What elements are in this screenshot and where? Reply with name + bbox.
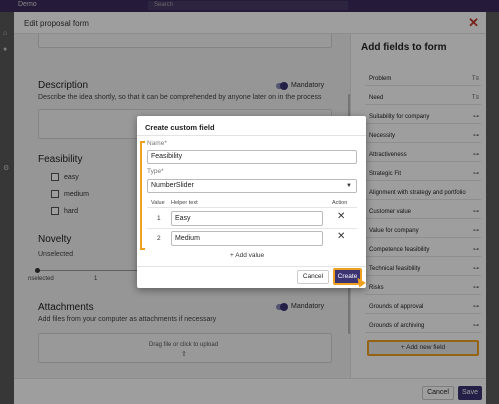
- delete-row-1-icon[interactable]: ✕: [337, 211, 345, 222]
- row-1-value: 1: [157, 215, 161, 222]
- highlight-bracket: [140, 141, 145, 250]
- type-label: Type*: [147, 168, 164, 175]
- row-2-value: 2: [157, 235, 161, 242]
- row-1-helper-input[interactable]: Easy: [171, 211, 323, 226]
- table-header-divider: [147, 207, 357, 208]
- delete-row-2-icon[interactable]: ✕: [337, 231, 345, 242]
- type-select[interactable]: NumberSlider ▼: [147, 179, 357, 193]
- column-value-header: Value: [151, 200, 165, 206]
- create-custom-field-modal: Create custom field Name* Feasibility Ty…: [137, 116, 366, 288]
- chevron-down-icon: ▼: [346, 183, 352, 189]
- name-input[interactable]: Feasibility: [147, 150, 357, 164]
- modal-title: Create custom field: [145, 123, 215, 132]
- column-action-header: Action: [332, 200, 348, 206]
- cursor-pointer-icon: [354, 275, 366, 288]
- modal-footer-divider: [137, 266, 366, 267]
- add-value-button[interactable]: + Add value: [230, 252, 264, 259]
- modal-cancel-button[interactable]: Cancel: [297, 270, 329, 284]
- modal-divider: [137, 135, 366, 136]
- table-row-divider: [147, 228, 357, 229]
- name-label: Name*: [147, 140, 167, 147]
- row-2-helper-input[interactable]: Medium: [171, 231, 323, 246]
- column-helper-header: Helper text: [171, 200, 198, 206]
- type-select-value: NumberSlider: [151, 182, 194, 189]
